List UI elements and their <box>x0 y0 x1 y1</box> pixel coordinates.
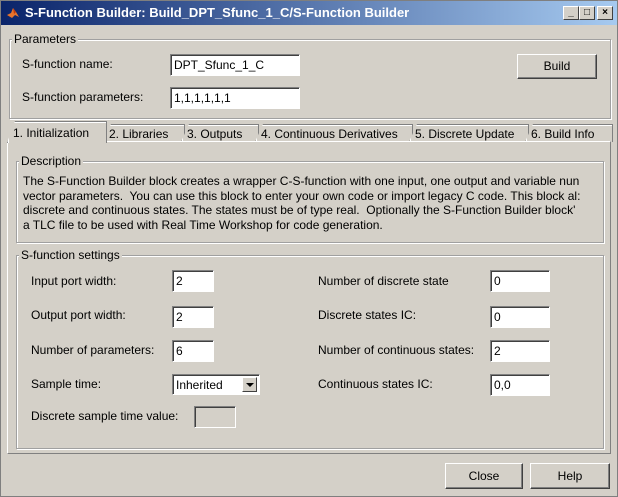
sample-time-value: Inherited <box>176 378 223 392</box>
output-port-width-input[interactable]: 2 <box>172 306 214 328</box>
s-function-parameters-input[interactable]: 1,1,1,1,1,1 <box>170 87 300 109</box>
s-function-settings-group: S-function settings Input port width: 2 … <box>16 248 604 449</box>
parameters-group: Parameters S-function name: DPT_Sfunc_1_… <box>9 32 611 119</box>
s-function-builder-window: S-Function Builder: Build_DPT_Sfunc_1_C/… <box>0 0 618 497</box>
tab-initialization[interactable]: 1. Initialization <box>7 121 107 143</box>
description-legend: Description <box>19 154 84 168</box>
parameters-legend: Parameters <box>12 32 79 46</box>
tab-build-info[interactable]: 6. Build Info <box>525 124 613 142</box>
number-of-discrete-states-input[interactable]: 0 <box>490 270 550 292</box>
sample-time-select[interactable]: Inherited <box>172 374 260 395</box>
help-button[interactable]: Help <box>530 463 610 489</box>
minimize-button[interactable]: _ <box>563 6 579 20</box>
close-window-button[interactable]: × <box>597 6 613 20</box>
number-of-continuous-states-input[interactable]: 2 <box>490 340 550 362</box>
number-of-continuous-states-label: Number of continuous states: <box>318 343 475 357</box>
tab-continuous-derivatives[interactable]: 4. Continuous Derivatives <box>255 124 413 142</box>
discrete-sample-time-input <box>194 406 236 428</box>
input-port-width-label: Input port width: <box>31 274 117 288</box>
minimize-icon: _ <box>568 7 574 18</box>
number-of-parameters-input[interactable]: 6 <box>172 340 214 362</box>
title-bar[interactable]: S-Function Builder: Build_DPT_Sfunc_1_C/… <box>1 1 617 25</box>
initialization-tab-panel: Description The S-Function Builder block… <box>7 141 611 454</box>
window-title: S-Function Builder: Build_DPT_Sfunc_1_C/… <box>25 5 410 20</box>
build-button[interactable]: Build <box>517 54 597 79</box>
tab-outputs[interactable]: 3. Outputs <box>181 124 259 142</box>
description-group: Description The S-Function Builder block… <box>16 154 604 243</box>
description-text: The S-Function Builder block creates a w… <box>23 174 581 232</box>
tab-libraries[interactable]: 2. Libraries <box>103 124 185 142</box>
s-function-parameters-label: S-function parameters: <box>22 90 144 104</box>
s-function-name-input[interactable]: DPT_Sfunc_1_C <box>170 54 300 76</box>
tab-discrete-update[interactable]: 5. Discrete Update <box>409 124 529 142</box>
matlab-logo-icon <box>7 8 19 18</box>
discrete-states-ic-label: Discrete states IC: <box>318 308 417 322</box>
number-of-parameters-label: Number of parameters: <box>31 343 155 357</box>
output-port-width-label: Output port width: <box>31 308 126 322</box>
maximize-button[interactable]: □ <box>579 6 595 20</box>
sample-time-label: Sample time: <box>31 377 102 391</box>
settings-legend: S-function settings <box>19 248 122 262</box>
number-of-discrete-states-label: Number of discrete state <box>318 274 449 288</box>
continuous-states-ic-input[interactable]: 0,0 <box>490 374 550 396</box>
maximize-icon: □ <box>583 7 591 18</box>
tab-strip: 1. Initialization 2. Libraries 3. Output… <box>7 121 613 143</box>
discrete-states-ic-input[interactable]: 0 <box>490 306 550 328</box>
continuous-states-ic-label: Continuous states IC: <box>318 377 433 391</box>
chevron-down-icon[interactable] <box>242 377 257 392</box>
s-function-name-label: S-function name: <box>22 57 113 71</box>
close-button[interactable]: Close <box>445 463 523 489</box>
input-port-width-input[interactable]: 2 <box>172 270 214 292</box>
discrete-sample-time-label: Discrete sample time value: <box>31 409 179 423</box>
close-icon: × <box>602 7 608 18</box>
